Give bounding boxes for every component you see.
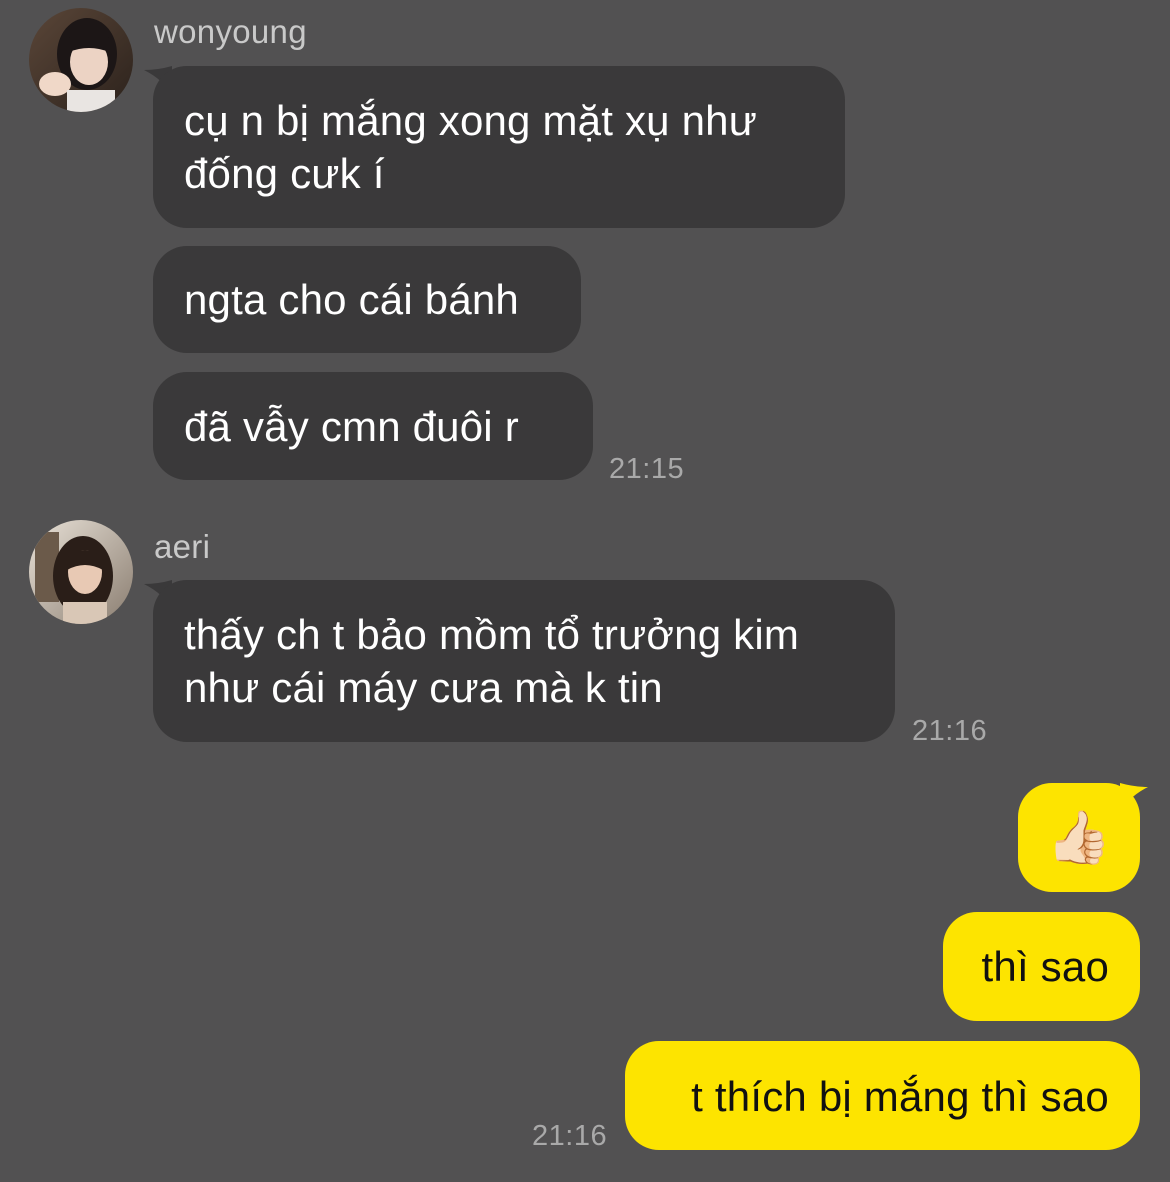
profile-photo-icon (29, 8, 133, 112)
message-timestamp: 21:16 (912, 715, 988, 747)
message-text: thì sao (981, 943, 1109, 990)
avatar-aeri[interactable] (29, 520, 133, 624)
message-timestamp: 21:16 (532, 1120, 608, 1152)
message-text: t thích bị mắng thì sao (691, 1073, 1109, 1120)
message-bubble[interactable]: cụ n bị mắng xong mặt xụ như đống cưk í (153, 66, 845, 228)
sender-name: wonyoung (154, 13, 307, 50)
thumbs-up-icon: 👍🏻 (1046, 808, 1112, 867)
sender-name: aeri (154, 528, 211, 565)
avatar-wonyoung[interactable] (29, 8, 133, 112)
emoji-bubble[interactable]: 👍🏻 (1018, 783, 1140, 892)
message-bubble[interactable]: thì sao (943, 912, 1140, 1021)
message-timestamp: 21:15 (609, 453, 685, 485)
message-bubble[interactable]: thấy ch t bảo mồm tổ trưởng kim như cái … (153, 580, 895, 742)
message-text: ngta cho cái bánh (184, 276, 519, 323)
message-bubble[interactable]: t thích bị mắng thì sao (625, 1041, 1140, 1150)
message-bubble[interactable]: ngta cho cái bánh (153, 246, 581, 353)
profile-photo-icon (29, 520, 133, 624)
message-bubble[interactable]: đã vẫy cmn đuôi r (153, 372, 593, 480)
message-text: cụ n bị mắng xong mặt xụ như đống cưk í (184, 97, 758, 197)
message-text: thấy ch t bảo mồm tổ trưởng kim như cái … (184, 611, 800, 711)
message-text: đã vẫy cmn đuôi r (184, 403, 519, 450)
